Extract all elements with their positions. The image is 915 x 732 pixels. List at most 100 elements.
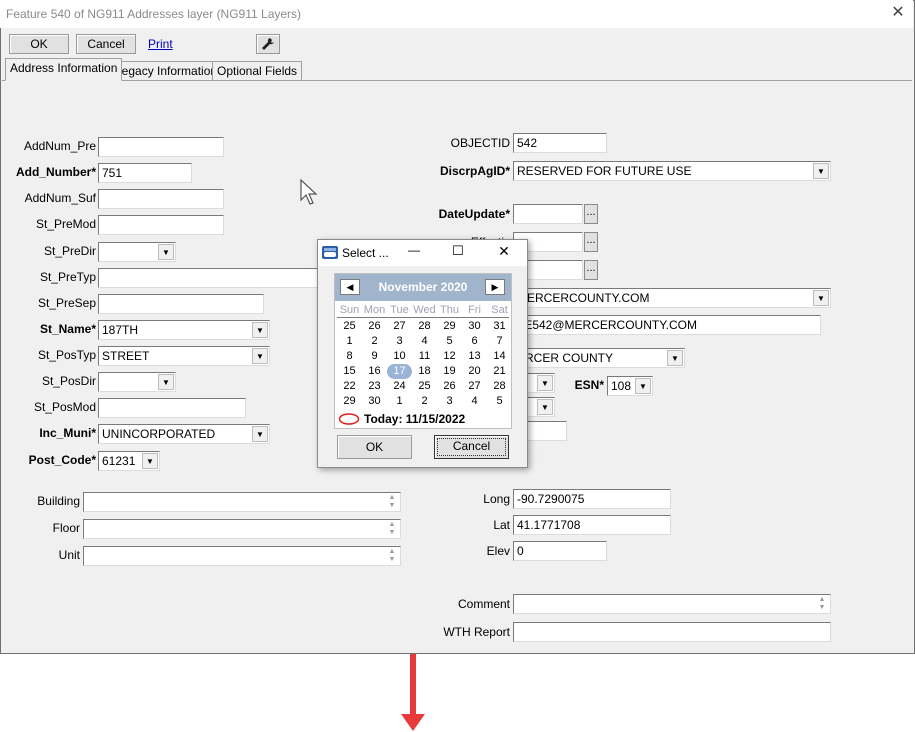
addnum-suf-field[interactable] (98, 189, 224, 209)
calendar-day[interactable]: 7 (487, 334, 512, 349)
elev-field[interactable]: 0 (513, 541, 607, 561)
tab-address-information[interactable]: Address Information (5, 58, 123, 81)
effective-picker-button[interactable]: ... (584, 232, 598, 252)
dateupdate-picker-button[interactable]: ... (584, 204, 598, 224)
calendar-day[interactable]: 28 (487, 379, 512, 394)
calendar-day[interactable]: 14 (487, 349, 512, 364)
objectid-field[interactable]: 542 (513, 133, 607, 153)
lat-field[interactable]: 41.1771708 (513, 515, 671, 535)
chevron-down-icon[interactable]: ▼ (813, 163, 829, 179)
ok-button[interactable]: OK (9, 34, 69, 54)
calendar-day[interactable]: 6 (462, 334, 487, 349)
inc-muni-select[interactable]: UNINCORPORATED ▼ (98, 424, 270, 444)
st-name-select[interactable]: 187TH ▼ (98, 320, 270, 340)
discrpagid-select[interactable]: RESERVED FOR FUTURE USE ▼ (513, 161, 831, 181)
chevron-down-icon[interactable]: ▼ (252, 322, 268, 338)
chevron-down-icon[interactable]: ▼ (158, 244, 174, 260)
chevron-down-icon[interactable]: ▼ (667, 350, 683, 366)
calendar-day[interactable]: 5 (487, 394, 512, 409)
minimize-icon[interactable]: — (406, 243, 422, 257)
calendar-day[interactable]: 28 (412, 319, 437, 334)
chevron-down-icon[interactable]: ▼ (537, 399, 553, 415)
calendar-day[interactable]: 24 (387, 379, 412, 394)
chevron-down-icon[interactable]: ▼ (252, 348, 268, 364)
st-predir-select[interactable]: ▼ (98, 242, 176, 262)
calendar-day[interactable]: 9 (362, 349, 387, 364)
month-label[interactable]: November 2020 (357, 280, 489, 294)
scroll-arrows-icon[interactable]: ▲ ▼ (816, 596, 828, 612)
calendar-day[interactable]: 3 (437, 394, 462, 409)
calendar-day[interactable]: 27 (387, 319, 412, 334)
calendar-day[interactable]: 26 (362, 319, 387, 334)
esn-select[interactable]: 108 ▼ (607, 376, 653, 396)
st-posdir-select[interactable]: ▼ (98, 372, 176, 392)
floor-field[interactable]: ▲ ▼ (83, 519, 401, 539)
calendar-day[interactable]: 25 (337, 319, 362, 334)
chevron-down-icon[interactable]: ▼ (635, 378, 651, 394)
tab-optional-fields[interactable]: Optional Fields (212, 61, 303, 81)
building-field[interactable]: ▲ ▼ (83, 492, 401, 512)
calendar-day[interactable]: 18 (412, 364, 437, 379)
email-select[interactable]: MERCERCOUNTY.COM ▼ (513, 288, 831, 308)
chevron-down-icon[interactable]: ▼ (158, 374, 174, 390)
calendar-day[interactable]: 1 (387, 394, 412, 409)
chevron-down-icon[interactable]: ▼ (813, 290, 829, 306)
calendar-day[interactable]: 13 (462, 349, 487, 364)
calendar-day[interactable]: 17 (387, 364, 412, 379)
calendar-day[interactable]: 31 (487, 319, 512, 334)
chevron-down-icon[interactable]: ▼ (252, 426, 268, 442)
dialog-cancel-button[interactable]: Cancel (434, 435, 509, 459)
print-link[interactable]: Print (148, 37, 173, 51)
long-field[interactable]: -90.7290075 (513, 489, 671, 509)
calendar-day[interactable]: 1 (337, 334, 362, 349)
calendar-day[interactable]: 11 (412, 349, 437, 364)
st-pretyp-field[interactable] (98, 268, 318, 288)
calendar-day[interactable]: 16 (362, 364, 387, 379)
nguid-field[interactable]: TE542@MERCERCOUNTY.COM (513, 315, 821, 335)
calendar-day[interactable]: 3 (387, 334, 412, 349)
unit-field[interactable]: ▲ ▼ (83, 546, 401, 566)
calendar-day[interactable]: 29 (437, 319, 462, 334)
county-select[interactable]: ERCER COUNTY ▼ (513, 348, 685, 368)
addnum-pre-field[interactable] (98, 137, 224, 157)
calendar-day[interactable]: 4 (412, 334, 437, 349)
dateupdate-field[interactable] (513, 204, 583, 224)
calendar-day[interactable]: 21 (487, 364, 512, 379)
calendar-day[interactable]: 2 (362, 334, 387, 349)
cancel-button[interactable]: Cancel (76, 34, 136, 54)
st-postyp-select[interactable]: STREET ▼ (98, 346, 270, 366)
chevron-down-icon[interactable]: ▼ (142, 453, 158, 469)
expire-picker-button[interactable]: ... (584, 260, 598, 280)
calendar-day[interactable]: 8 (337, 349, 362, 364)
tab-legacy-information[interactable]: Legacy Information (110, 61, 223, 81)
today-label[interactable]: Today: 11/15/2022 (364, 412, 465, 426)
calendar-day[interactable]: 27 (462, 379, 487, 394)
maximize-icon[interactable]: ☐ (450, 243, 466, 259)
scroll-arrows-icon[interactable]: ▲ ▼ (386, 494, 398, 510)
st-presep-field[interactable] (98, 294, 264, 314)
close-icon[interactable]: ✕ (496, 243, 512, 260)
calendar-day[interactable]: 30 (362, 394, 387, 409)
add-number-field[interactable]: 751 (98, 163, 192, 183)
chevron-down-icon[interactable]: ▼ (537, 375, 553, 391)
calendar-day[interactable]: 25 (412, 379, 437, 394)
close-icon[interactable]: ✕ (889, 4, 907, 22)
next-month-button[interactable]: ▶ (485, 279, 505, 295)
calendar-day[interactable]: 22 (337, 379, 362, 394)
scroll-arrows-icon[interactable]: ▲ ▼ (386, 548, 398, 564)
calendar-day[interactable]: 2 (412, 394, 437, 409)
scroll-arrows-icon[interactable]: ▲ ▼ (386, 521, 398, 537)
wrench-button[interactable] (256, 34, 280, 54)
st-posmod-field[interactable] (98, 398, 246, 418)
calendar-day[interactable]: 10 (387, 349, 412, 364)
calendar-day[interactable]: 23 (362, 379, 387, 394)
calendar-day[interactable]: 19 (437, 364, 462, 379)
calendar-day[interactable]: 12 (437, 349, 462, 364)
calendar-day[interactable]: 26 (437, 379, 462, 394)
calendar-day[interactable]: 30 (462, 319, 487, 334)
dialog-ok-button[interactable]: OK (337, 435, 412, 459)
calendar-day[interactable]: 4 (462, 394, 487, 409)
calendar-day[interactable]: 29 (337, 394, 362, 409)
wth-report-field[interactable] (513, 622, 831, 642)
calendar-day[interactable]: 5 (437, 334, 462, 349)
